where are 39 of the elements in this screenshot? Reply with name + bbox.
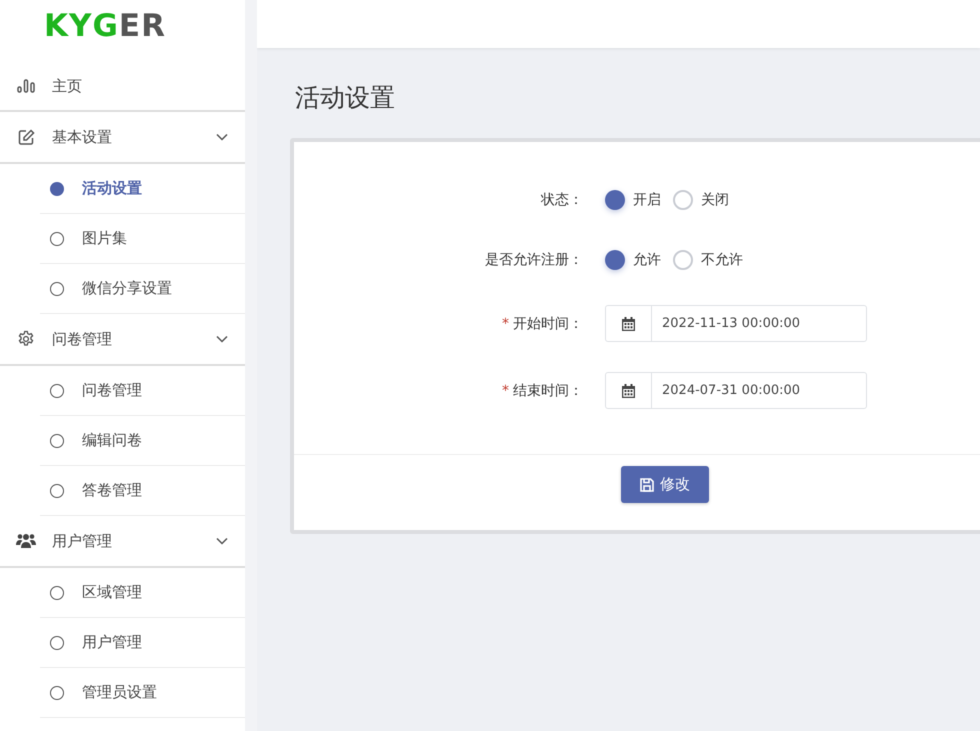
submenu-item[interactable]: 区域管理 [82, 583, 142, 602]
save-icon [640, 478, 654, 492]
field-label: 是否允许注册： [485, 252, 583, 268]
nav-group[interactable]: 基本设置 [52, 128, 216, 146]
logo: KYGER [44, 8, 166, 44]
required-mark: * [502, 316, 509, 332]
users-icon [16, 533, 36, 549]
field-label: 开始时间： [513, 316, 583, 332]
submenu-item[interactable]: 用户管理 [82, 633, 142, 652]
field-label: 结束时间： [513, 382, 583, 398]
submenu-item[interactable]: 管理员设置 [82, 683, 157, 702]
bar-chart-icon [17, 79, 35, 93]
edit-icon [18, 128, 34, 146]
calendar-icon [622, 384, 635, 398]
nav-group[interactable]: 问卷管理 [52, 330, 216, 348]
radio-button[interactable] [605, 250, 625, 270]
date-input-field[interactable]: 2022-11-13 00:00:00 [605, 305, 867, 342]
radio-label[interactable]: 不允许 [701, 251, 743, 269]
nav-group[interactable]: 用户管理 [52, 532, 216, 550]
save-button[interactable]: 修改 [621, 466, 709, 503]
radio-button[interactable] [673, 190, 693, 210]
nav-item[interactable]: 主页 [52, 76, 228, 96]
radio-label[interactable]: 允许 [633, 251, 661, 269]
submenu-item[interactable]: 微信分享设置 [82, 279, 172, 298]
required-mark: * [502, 382, 509, 398]
radio-button[interactable] [605, 190, 625, 210]
radio-label[interactable]: 开启 [633, 191, 661, 209]
date-input-field[interactable]: 2024-07-31 00:00:00 [605, 372, 867, 409]
submenu-item[interactable]: 图片集 [82, 229, 127, 248]
radio-label[interactable]: 关闭 [701, 191, 729, 209]
calendar-icon [622, 316, 635, 330]
field-label: 状态： [541, 192, 583, 208]
submenu-item[interactable]: 答卷管理 [82, 481, 142, 500]
submenu-item[interactable]: 问卷管理 [82, 381, 142, 400]
submenu-item[interactable]: 活动设置 [82, 179, 142, 198]
settings-icon [17, 330, 35, 348]
radio-button[interactable] [673, 250, 693, 270]
submenu-item[interactable]: 编辑问卷 [82, 431, 142, 450]
page-title: 活动设置 [295, 82, 396, 114]
